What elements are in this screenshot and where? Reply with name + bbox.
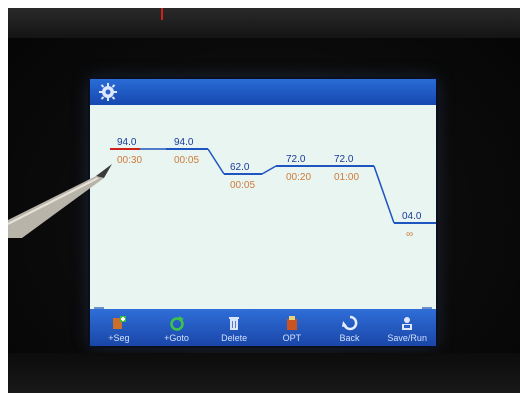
step-time-4: 00:20 — [286, 172, 311, 183]
step-time-2: 00:05 — [174, 155, 199, 166]
step-time-3: 00:05 — [230, 180, 255, 191]
step-ramp-2 — [207, 148, 225, 175]
back-icon — [341, 315, 357, 331]
bottom-toolbar: +Seg +Goto Delete OPT Back Save/Run — [90, 309, 436, 346]
step-temp-6: 04.0 — [402, 211, 422, 222]
program-plot: 94.0 00:30 94.0 00:05 62.0 00:05 72.0 00… — [90, 105, 436, 321]
step-temp-4: 72.0 — [286, 154, 306, 165]
step-temp-5: 72.0 — [334, 154, 354, 165]
add-segment-label: +Seg — [108, 333, 130, 343]
red-marker — [161, 8, 163, 20]
step-ramp-5 — [373, 165, 395, 224]
back-label: Back — [339, 333, 360, 343]
step-temp-1: 94.0 — [117, 137, 137, 148]
add-segment-icon — [112, 316, 126, 329]
step-temp-3: 62.0 — [230, 162, 250, 173]
trash-icon — [229, 317, 240, 330]
delete-button[interactable]: Delete — [205, 309, 263, 346]
options-icon — [286, 316, 297, 330]
delete-label: Delete — [221, 333, 248, 343]
save-run-icon — [402, 317, 413, 330]
save-run-button[interactable]: Save/Run — [378, 309, 436, 346]
device-base — [8, 353, 520, 393]
top-bar — [90, 79, 436, 105]
step-time-6: ∞ — [406, 229, 413, 240]
add-goto-button[interactable]: +Goto — [148, 309, 206, 346]
save-run-label: Save/Run — [387, 333, 427, 343]
add-goto-icon — [169, 316, 184, 331]
stylus-pen — [8, 164, 112, 238]
add-goto-label: +Goto — [164, 333, 189, 343]
touch-screen: 94.0 00:30 94.0 00:05 62.0 00:05 72.0 00… — [90, 79, 436, 346]
opt-label: OPT — [282, 333, 302, 343]
gear-icon[interactable] — [98, 82, 118, 102]
step-time-5: 01:00 — [334, 172, 359, 183]
step-temp-2: 94.0 — [174, 137, 194, 148]
photo-background: 94.0 00:30 94.0 00:05 62.0 00:05 72.0 00… — [8, 8, 520, 393]
add-segment-button[interactable]: +Seg — [90, 309, 148, 346]
device-bezel — [8, 8, 520, 38]
step-ramp-3 — [261, 165, 277, 175]
opt-button[interactable]: OPT — [263, 309, 321, 346]
back-button[interactable]: Back — [321, 309, 379, 346]
